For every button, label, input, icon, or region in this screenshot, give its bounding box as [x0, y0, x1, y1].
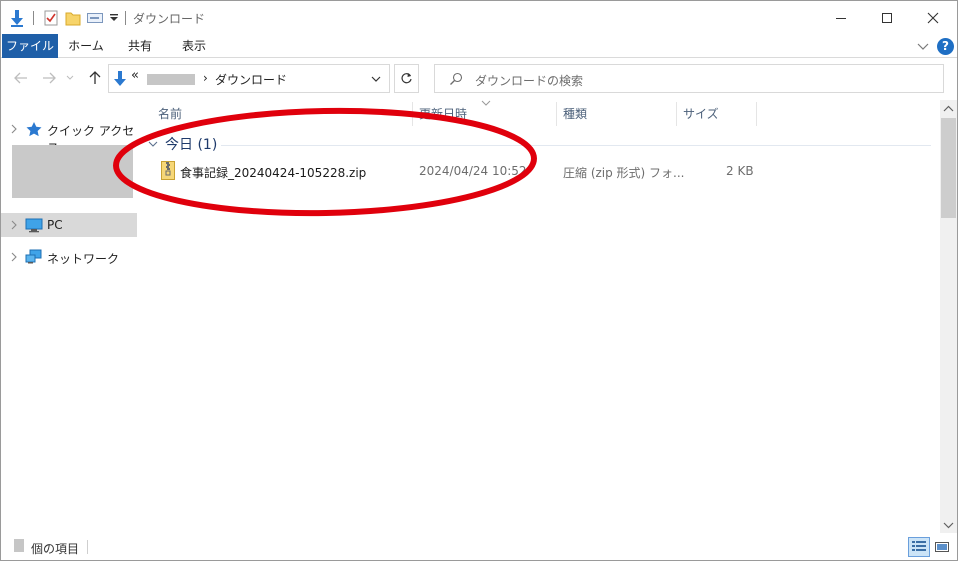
breadcrumb-current[interactable]: ダウンロード: [215, 71, 287, 88]
chevron-down-icon[interactable]: [147, 138, 159, 150]
maximize-icon: [882, 12, 892, 23]
nav-item-label: ネットワーク: [47, 252, 120, 266]
address-bar[interactable]: « › ダウンロード: [108, 64, 390, 93]
back-button[interactable]: [11, 68, 31, 88]
scroll-up-icon[interactable]: [943, 104, 954, 114]
navigation-pane: クイック アクセス PC ネットワーク: [1, 105, 137, 533]
nav-item-network[interactable]: ネットワーク: [1, 245, 137, 269]
ribbon-expand-icon[interactable]: [915, 38, 931, 54]
breadcrumb-hidden-segment[interactable]: [147, 74, 195, 85]
scrollbar-thumb[interactable]: [941, 118, 956, 218]
scroll-down-icon[interactable]: [943, 520, 954, 530]
back-arrow-icon: [14, 72, 27, 84]
download-folder-icon: [113, 70, 127, 91]
nav-item-pc[interactable]: PC: [1, 213, 137, 237]
breadcrumb-overflow[interactable]: «: [131, 68, 139, 83]
title-bar: ダウンロード: [1, 1, 957, 34]
nav-item-quick-access[interactable]: クイック アクセス: [1, 117, 137, 155]
status-separator: [87, 540, 88, 554]
vertical-scrollbar[interactable]: [940, 100, 957, 533]
new-folder-icon[interactable]: [63, 7, 83, 29]
column-header-size[interactable]: サイズ: [683, 102, 719, 126]
group-label: 今日 (1): [165, 137, 218, 153]
maximize-button[interactable]: [864, 1, 910, 34]
nav-hidden-block: [12, 145, 133, 198]
file-type: 圧縮 (zip 形式) フォ...: [563, 166, 685, 180]
title-separator: [125, 11, 126, 25]
up-arrow-icon: [89, 71, 101, 84]
sort-chevron-icon: [481, 100, 491, 106]
tab-view[interactable]: 表示: [169, 34, 219, 58]
status-bar: 個の項目: [1, 533, 957, 560]
search-icon: [449, 72, 463, 89]
forward-button[interactable]: [39, 68, 59, 88]
column-divider[interactable]: [756, 102, 757, 126]
download-arrow-icon: [7, 7, 27, 29]
column-divider[interactable]: [676, 102, 677, 126]
status-hidden-count: [14, 539, 24, 552]
rename-icon[interactable]: [85, 7, 105, 29]
window-title: ダウンロード: [133, 12, 206, 26]
address-dropdown-icon[interactable]: [369, 72, 383, 86]
forward-arrow-icon: [43, 72, 56, 84]
column-header-modified[interactable]: 更新日時: [419, 102, 467, 126]
group-divider: [221, 145, 931, 146]
network-icon: [25, 249, 42, 264]
table-row[interactable]: 食事記録_20240424-105228.zip 2024/04/24 10:5…: [155, 158, 765, 184]
refresh-icon: [401, 73, 412, 84]
pc-icon: [25, 218, 43, 233]
file-modified: 2024/04/24 10:52: [419, 164, 527, 178]
nav-item-label: PC: [47, 218, 63, 232]
customize-dropdown-icon[interactable]: [107, 7, 121, 29]
search-placeholder: ダウンロードの検索: [475, 74, 584, 88]
help-icon[interactable]: ?: [937, 38, 954, 55]
file-list: 名前 更新日時 種類 サイズ 今日 (1) 食事記録_20240424-1052…: [141, 100, 939, 533]
large-icons-view-icon: [935, 542, 949, 552]
large-icons-view-button[interactable]: [931, 537, 953, 557]
tab-share[interactable]: 共有: [115, 34, 165, 58]
search-input[interactable]: ダウンロードの検索: [434, 64, 944, 93]
recent-locations-button[interactable]: [63, 68, 77, 88]
properties-check-icon[interactable]: [41, 7, 61, 29]
column-header-name[interactable]: 名前: [158, 102, 182, 126]
chevron-right-icon[interactable]: [9, 251, 19, 263]
chevron-right-icon[interactable]: [9, 219, 19, 231]
tab-home[interactable]: ホーム: [61, 34, 111, 58]
breadcrumb-separator[interactable]: ›: [203, 71, 208, 85]
zip-folder-icon: [161, 161, 175, 180]
up-button[interactable]: [85, 68, 105, 88]
explorer-window: ダウンロード ファイル ホーム 共有 表示 ? « › ダウンロード ダウンロー…: [0, 0, 958, 561]
file-size: 2 KB: [726, 164, 754, 178]
minimize-icon: [836, 17, 846, 19]
close-button[interactable]: [910, 1, 956, 34]
chevron-down-icon: [66, 75, 74, 80]
minimize-button[interactable]: [818, 1, 864, 34]
ribbon-tabs: ファイル ホーム 共有 表示 ?: [1, 34, 957, 58]
tab-file[interactable]: ファイル: [2, 34, 58, 58]
refresh-button[interactable]: [394, 64, 419, 93]
details-view-button[interactable]: [908, 537, 930, 557]
status-item-count: 個の項目: [31, 542, 80, 556]
star-icon: [26, 122, 42, 137]
qa-separator: [33, 11, 34, 25]
details-view-icon: [912, 541, 926, 551]
column-divider[interactable]: [412, 102, 413, 126]
file-name: 食事記録_20240424-105228.zip: [180, 166, 367, 180]
navigation-bar: « › ダウンロード ダウンロードの検索: [1, 58, 957, 100]
chevron-right-icon[interactable]: [9, 123, 19, 135]
close-icon: [927, 12, 939, 23]
column-header-type[interactable]: 種類: [563, 102, 587, 126]
column-divider[interactable]: [556, 102, 557, 126]
group-header-today[interactable]: 今日 (1): [147, 133, 217, 155]
